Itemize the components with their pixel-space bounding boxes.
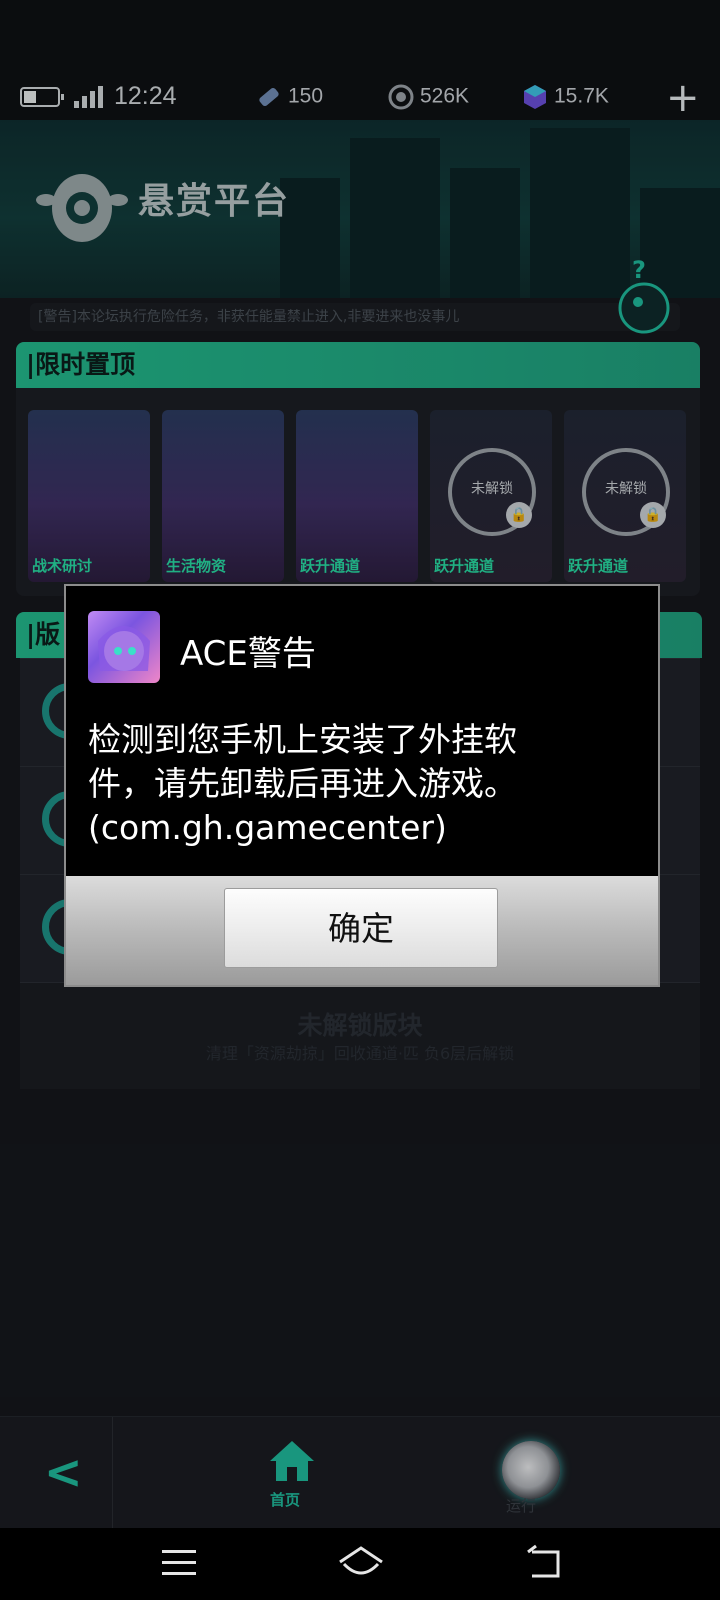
ok-button[interactable]: 确定: [224, 888, 498, 968]
app-avatar-icon: [88, 611, 160, 683]
dialog-title: ACE警告: [180, 634, 316, 674]
dialog-message-line: 件，请先卸载后再进入游戏。: [88, 764, 517, 803]
menu-icon[interactable]: [158, 1542, 202, 1582]
home-system-icon[interactable]: [336, 1542, 386, 1582]
system-nav-bar: [0, 1528, 720, 1600]
ace-warning-dialog: ACE警告 检测到您手机上安装了外挂软 件，请先卸载后再进入游戏。 (com.g…: [64, 584, 660, 987]
dialog-message-line: 检测到您手机上安装了外挂软: [88, 720, 517, 759]
dialog-message-line: (com.gh.gamecenter): [88, 808, 447, 847]
back-system-icon[interactable]: [524, 1542, 568, 1582]
dialog-footer: 确定: [66, 876, 658, 985]
dialog-message: 检测到您手机上安装了外挂软 件，请先卸载后再进入游戏。 (com.gh.game…: [88, 718, 628, 850]
